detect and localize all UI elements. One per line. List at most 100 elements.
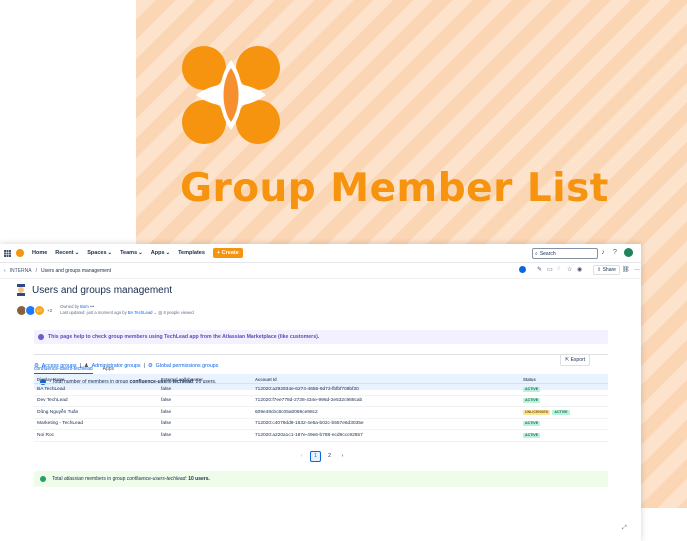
display-name: Marketing - TechLead [34,418,158,430]
viewed-count[interactable]: 8 people viewed [164,310,194,315]
promo-title: Group Member List [180,166,609,211]
display-name: Dũng Nguyễn Tuấn [34,406,158,419]
account-id: 712020:f7ee778d-2738-434e-996d-2e532c988… [252,395,520,407]
column-header[interactable]: External collaborator [158,376,252,384]
bell-icon[interactable]: ♪ [599,249,607,257]
chevron-down-icon: ⌄ [153,310,158,315]
comment-icon[interactable]: ▭ [547,266,553,273]
column-header[interactable]: Display Name [34,376,158,384]
external-collaborator: false [158,429,252,442]
info-panel-purple: This page help to check group members us… [34,330,608,344]
account-id: 712020:a220a1c1-187e-49e6-b788-ecd9ccc92… [252,429,520,442]
search-input[interactable]: ⌕ Search [532,248,598,259]
app-switcher-icon[interactable] [4,249,11,257]
gear-icon: ⚙ [147,363,153,369]
like-icon[interactable]: ☆ [567,266,572,273]
export-label: Export [570,357,586,363]
status-badge: ACTIVE [523,398,541,404]
avatar-count[interactable]: +2 [47,308,52,313]
export-icon: ⇱ [565,357,570,363]
owner-prefix: Owned by [60,304,79,309]
external-collaborator: false [158,406,252,419]
footer-prefix: Total [52,476,63,482]
create-button[interactable]: + Create [212,248,243,258]
page-meta: DT +2 Owned by Bom ••• Last updated: jus… [16,303,612,317]
page-content: Users and groups management DT +2 Owned … [16,284,612,390]
chart-icon: ▥ [158,310,163,315]
chevron-down-icon: ⌄ [165,250,171,256]
pagination: ‹ 1 2 › [297,451,347,462]
display-name: BA TechLead [34,383,158,396]
footer-suffix: 10 users. [188,476,210,482]
chevron-down-icon: ⌄ [138,250,143,256]
breadcrumb-space[interactable]: INTERNA [10,268,32,274]
owner-link[interactable]: Bom [80,304,89,309]
table-row: BA TechLead false 712020:a292934e-6274-4… [34,383,608,396]
global-permissions-link[interactable]: Global permissions groups [156,363,219,369]
collaborator-avatar[interactable] [519,266,526,273]
pagination-next[interactable]: › [338,452,347,461]
nav-home[interactable]: Home [32,250,47,256]
view-icon[interactable]: ◉ [577,266,582,273]
page-meta-text: Owned by Bom ••• Last updated: just a mo… [60,304,194,316]
police-officer-icon [17,284,25,296]
external-collaborator: false [158,395,252,407]
breadcrumb-current[interactable]: Users and groups management [41,268,111,274]
status-badge: ACTIVE [523,386,541,392]
updated-prefix: Last updated: just a moment ago by [60,310,127,315]
nav-spaces[interactable]: Spaces ⌄ [87,250,112,256]
footer-middle: members in group [85,476,126,482]
tab-apps[interactable]: Apps [103,366,114,374]
confluence-logo-icon[interactable] [16,249,24,257]
confluence-window: Home Recent ⌄ Spaces ⌄ Teams ⌄ Apps ⌄ Templa… [0,244,641,541]
members-table: Display Name External collaborator Accou… [34,376,608,442]
pagination-page-2[interactable]: 2 [325,452,334,461]
table-row: Dũng Nguyễn Tuấn false 609e48cbc8c05a006… [34,406,608,419]
chevron-down-icon: ⌄ [74,250,80,256]
footer-italic: atlassian [63,476,84,482]
page-title: Users and groups management [32,284,173,296]
watch-icon[interactable]: ◌ [557,266,561,272]
more-icon[interactable]: ••• [90,304,94,309]
panel-info-text: This page help to check group members us… [48,334,320,340]
link-separator: | [143,363,145,369]
share-icon: ⇪ [597,267,602,273]
account-id: 712020:a292934e-6274-4656-9d73-fbfbf709b… [252,383,520,396]
group-links: ⚙ Access groups | ♟ Administrator groups… [34,363,612,369]
link-icon[interactable]: ⛓ [622,266,630,273]
orange-flower-logo-icon [182,46,280,144]
more-icon[interactable]: … [634,266,640,272]
status-badge: UNLICENSED [523,409,551,415]
column-header[interactable]: Account Id [252,376,520,384]
column-header[interactable]: Status [520,376,608,384]
pagination-page-1[interactable]: 1 [310,451,321,462]
nav-templates[interactable]: Templates [178,250,205,256]
avatar[interactable]: DT [34,304,45,316]
table-row: Marketing - TechLead false 712020:c4079d… [34,418,608,430]
divider [34,354,608,355]
external-collaborator: false [158,383,252,396]
share-button[interactable]: ⇪ Share [593,265,620,275]
status-badge: ACTIVE [552,409,570,415]
user-avatar[interactable] [624,248,633,257]
group-tabs: confluence-users-techlead Apps [34,366,114,374]
export-button[interactable]: ⇱ Export [560,354,591,366]
note-icon [38,334,44,340]
chevron-left-icon[interactable]: ‹ [4,268,6,274]
nav-apps[interactable]: Apps ⌄ [151,250,170,256]
edit-icon[interactable]: ✎ [537,266,542,273]
search-icon: ⌕ [535,250,538,257]
pagination-prev[interactable]: ‹ [297,452,306,461]
nav-recent-label: Recent [55,250,74,256]
help-icon[interactable]: ? [611,249,619,257]
share-label: Share [602,267,616,273]
breadcrumb: ‹ INTERNA / Users and groups management [0,263,641,279]
tab-confluence-users-techlead[interactable]: confluence-users-techlead [34,366,93,374]
status-badge: ACTIVE [523,421,541,427]
status-badge: ACTIVE [523,432,541,438]
updated-by-link[interactable]: BA TechLead [128,310,153,315]
nav-recent[interactable]: Recent ⌄ [55,250,79,256]
account-id: 712020:c4079dd9-1632-4e5a-b02c-b557e6d30… [252,418,520,430]
expand-icon[interactable]: ⤢ [622,525,627,532]
nav-teams[interactable]: Teams ⌄ [120,250,143,256]
